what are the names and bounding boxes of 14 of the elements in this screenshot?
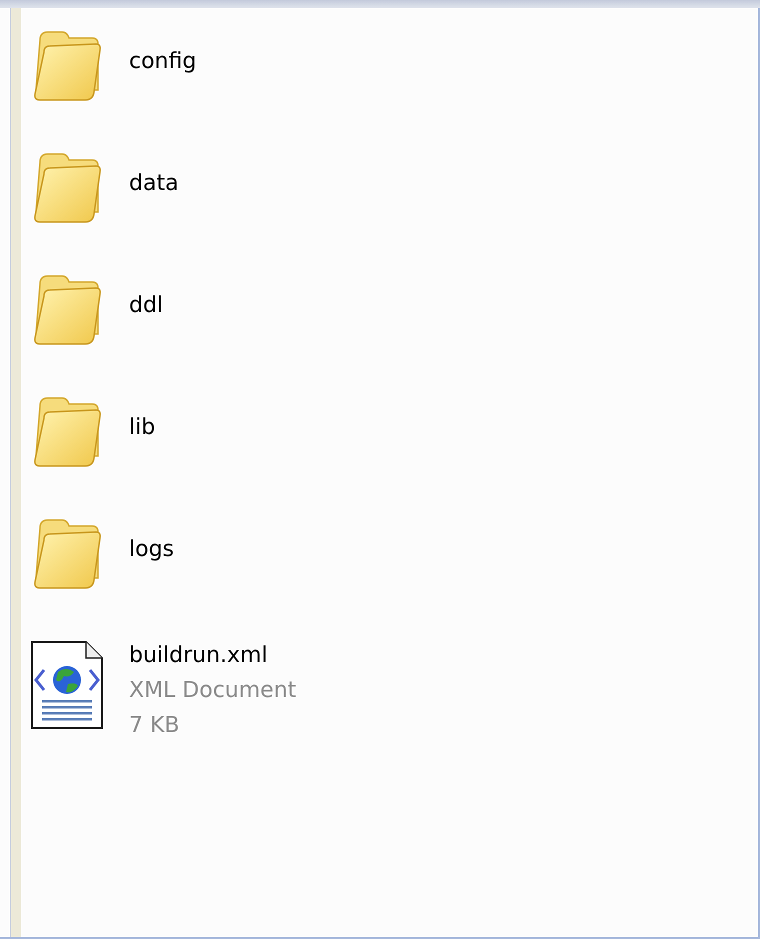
folder-icon	[32, 396, 102, 468]
file-type: XML Document	[129, 677, 296, 705]
folder-icon	[32, 30, 102, 102]
xml-document-icon	[30, 640, 104, 730]
file-name: ddl	[129, 292, 164, 320]
folder-icon	[32, 274, 102, 346]
folder-icon	[32, 518, 102, 590]
file-name: logs	[129, 536, 174, 564]
file-name: data	[129, 170, 179, 198]
file-name: config	[129, 48, 196, 76]
file-size: 7 KB	[129, 712, 181, 740]
file-name: buildrun.xml	[129, 642, 269, 670]
folder-icon	[32, 152, 102, 224]
file-name: lib	[129, 414, 156, 442]
